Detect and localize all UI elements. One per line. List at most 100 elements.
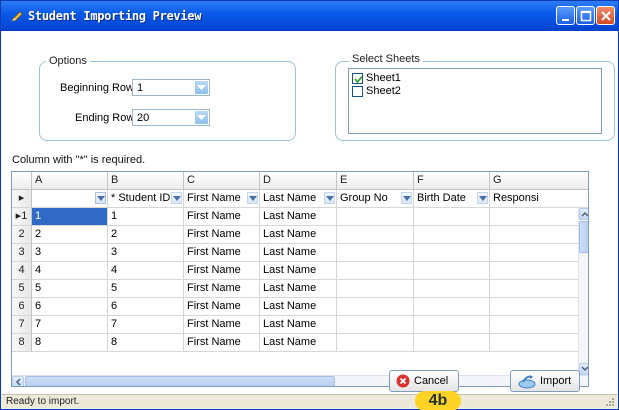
chevron-down-icon[interactable] [195,81,208,94]
resize-grip-icon[interactable] [605,397,615,407]
table-cell[interactable]: 1 [108,208,184,226]
table-cell[interactable]: 7 [32,316,108,334]
table-cell[interactable]: 2 [108,226,184,244]
table-cell[interactable]: 3 [32,244,108,262]
table-cell[interactable]: First Name [184,280,260,298]
vertical-scroll-thumb[interactable] [579,221,588,253]
table-cell[interactable] [337,280,414,298]
table-cell[interactable]: 1 [32,208,108,226]
sheet1-checkbox[interactable] [352,73,363,84]
table-cell[interactable] [490,280,588,298]
table-cell[interactable] [414,298,490,316]
table-cell[interactable] [337,262,414,280]
sheet2-checkbox[interactable] [352,86,363,97]
column-letter-d[interactable]: D [260,172,337,190]
chevron-down-icon[interactable] [477,192,488,204]
table-cell[interactable] [337,316,414,334]
table-cell[interactable]: First Name [184,244,260,262]
table-cell[interactable] [414,262,490,280]
close-button[interactable] [596,6,615,25]
column-letter-f[interactable]: F [414,172,490,190]
chevron-down-icon[interactable] [247,192,258,204]
horizontal-scroll-thumb[interactable] [25,376,335,386]
field-header-birth-date[interactable]: Birth Date [414,190,490,208]
table-cell[interactable]: First Name [184,298,260,316]
horizontal-scrollbar[interactable] [12,375,588,386]
table-cell[interactable] [337,298,414,316]
table-cell[interactable] [337,226,414,244]
column-letter-e[interactable]: E [337,172,414,190]
table-cell[interactable]: 2 [32,226,108,244]
row-number[interactable]: 5 [12,280,32,298]
chevron-down-icon[interactable] [95,192,106,204]
column-letter-g[interactable]: G [490,172,588,190]
column-letter-c[interactable]: C [184,172,260,190]
beginning-row-select[interactable]: 1 [132,79,210,96]
vertical-scrollbar[interactable] [578,208,588,375]
scroll-left-button[interactable] [12,376,24,386]
table-cell[interactable]: 8 [108,334,184,352]
title-bar[interactable]: Student Importing Preview [1,1,618,31]
table-cell[interactable]: First Name [184,316,260,334]
table-cell[interactable]: First Name [184,226,260,244]
table-cell[interactable]: Last Name [260,298,337,316]
table-cell[interactable]: First Name [184,208,260,226]
table-cell[interactable] [490,298,588,316]
field-header-device-no[interactable]: * Device No [32,190,108,208]
table-cell[interactable]: 5 [108,280,184,298]
row-number[interactable]: 4 [12,262,32,280]
table-cell[interactable]: Last Name [260,208,337,226]
table-cell[interactable] [414,280,490,298]
row-number[interactable]: 7 [12,316,32,334]
maximize-button[interactable] [576,6,595,25]
minimize-button[interactable] [556,6,575,25]
chevron-down-icon[interactable] [195,111,208,124]
table-cell[interactable]: 7 [108,316,184,334]
table-cell[interactable] [337,208,414,226]
table-cell[interactable]: First Name [184,262,260,280]
table-cell[interactable]: Last Name [260,244,337,262]
table-cell[interactable]: 3 [108,244,184,262]
row-number[interactable]: ▸1 [12,208,32,226]
table-cell[interactable] [337,334,414,352]
table-cell[interactable] [490,244,588,262]
table-cell[interactable]: Last Name [260,334,337,352]
row-number[interactable]: 6 [12,298,32,316]
table-cell[interactable]: First Name [184,334,260,352]
table-cell[interactable] [337,244,414,262]
table-cell[interactable]: 4 [32,262,108,280]
table-cell[interactable] [414,316,490,334]
table-cell[interactable] [414,226,490,244]
table-cell[interactable] [490,226,588,244]
table-cell[interactable]: 6 [32,298,108,316]
field-header-student-id[interactable]: * Student ID [108,190,184,208]
table-cell[interactable] [490,334,588,352]
table-cell[interactable]: Last Name [260,226,337,244]
scroll-down-button[interactable] [579,363,588,375]
table-cell[interactable] [490,262,588,280]
table-cell[interactable]: Last Name [260,316,337,334]
row-number[interactable]: 2 [12,226,32,244]
chevron-down-icon[interactable] [324,192,335,204]
import-button[interactable]: Import [510,370,580,392]
table-cell[interactable]: Last Name [260,280,337,298]
table-cell[interactable] [414,244,490,262]
table-cell[interactable]: 8 [32,334,108,352]
table-cell[interactable] [490,316,588,334]
table-cell[interactable] [414,334,490,352]
table-cell[interactable]: 5 [32,280,108,298]
table-cell[interactable] [490,208,588,226]
field-header-last-name[interactable]: Last Name [260,190,337,208]
row-number[interactable]: 8 [12,334,32,352]
table-cell[interactable]: 4 [108,262,184,280]
column-letter-a[interactable]: A [32,172,108,190]
chevron-down-icon[interactable] [401,192,412,204]
row-number[interactable]: 3 [12,244,32,262]
column-letter-b[interactable]: B [108,172,184,190]
table-cell[interactable]: 6 [108,298,184,316]
cancel-button[interactable]: Cancel [389,370,459,392]
chevron-down-icon[interactable] [171,192,182,204]
field-header-responsi[interactable]: Responsi [490,190,588,208]
scroll-up-button[interactable] [579,208,588,220]
table-cell[interactable] [414,208,490,226]
